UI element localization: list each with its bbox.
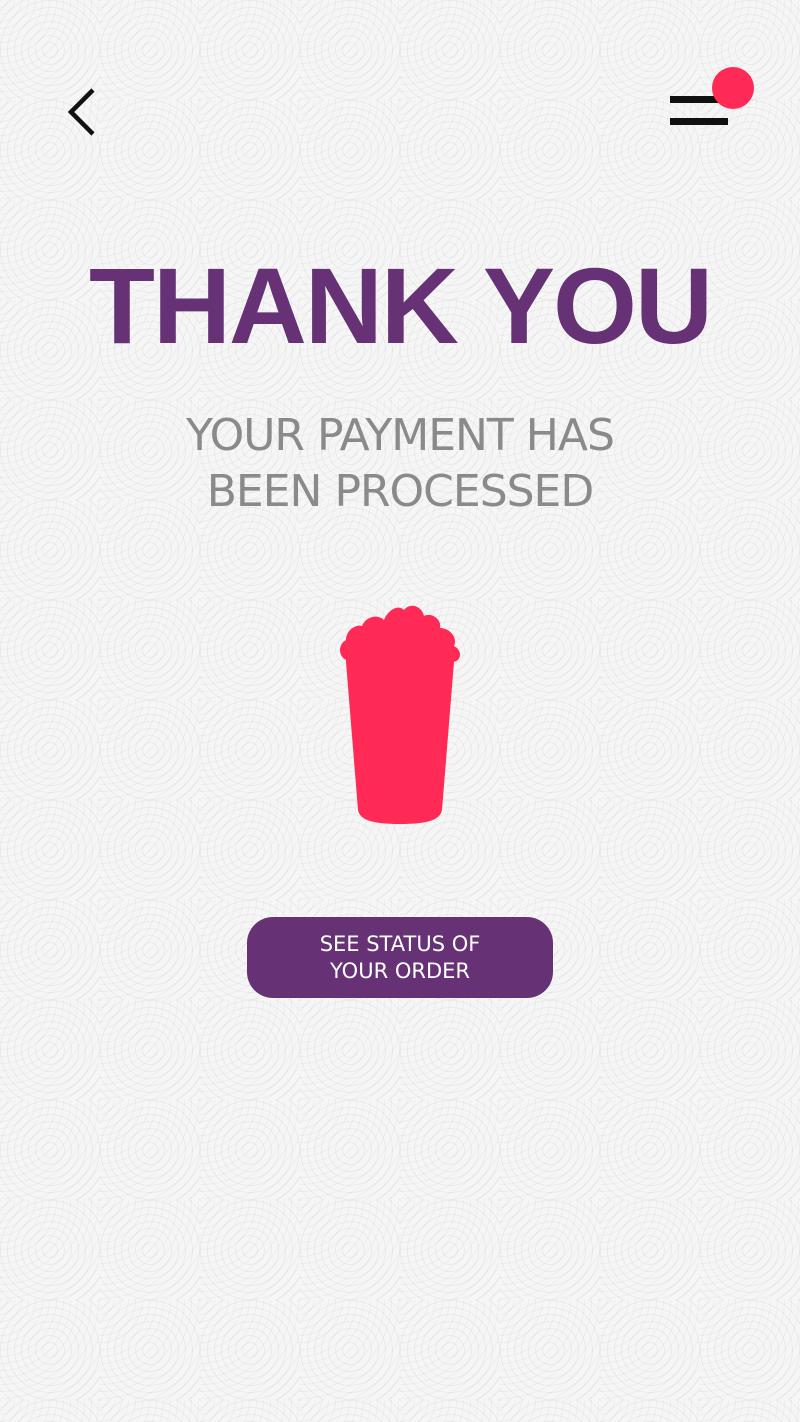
drink-cup-icon [340,605,460,824]
hamburger-menu-icon-bar [670,118,728,125]
page-title: THANK YOU [88,245,713,366]
confirmation-message-line: BEEN PROCESSED [206,466,595,517]
menu-button[interactable] [662,62,762,134]
see-order-status-button[interactable]: SEE STATUS OF YOUR ORDER [247,917,553,998]
button-label: YOUR ORDER [330,959,470,983]
chevron-left-icon [67,88,95,136]
notification-dot [712,67,754,109]
confirmation-message: YOUR PAYMENT HAS BEEN PROCESSED [100,408,700,520]
button-label: SEE STATUS OF [319,932,481,956]
confirmation-message-line: YOUR PAYMENT HAS [186,410,615,461]
payment-confirmation-screen: THANK YOU YOUR PAYMENT HAS BEEN PROCESSE… [0,0,800,1422]
back-button[interactable] [56,80,112,144]
